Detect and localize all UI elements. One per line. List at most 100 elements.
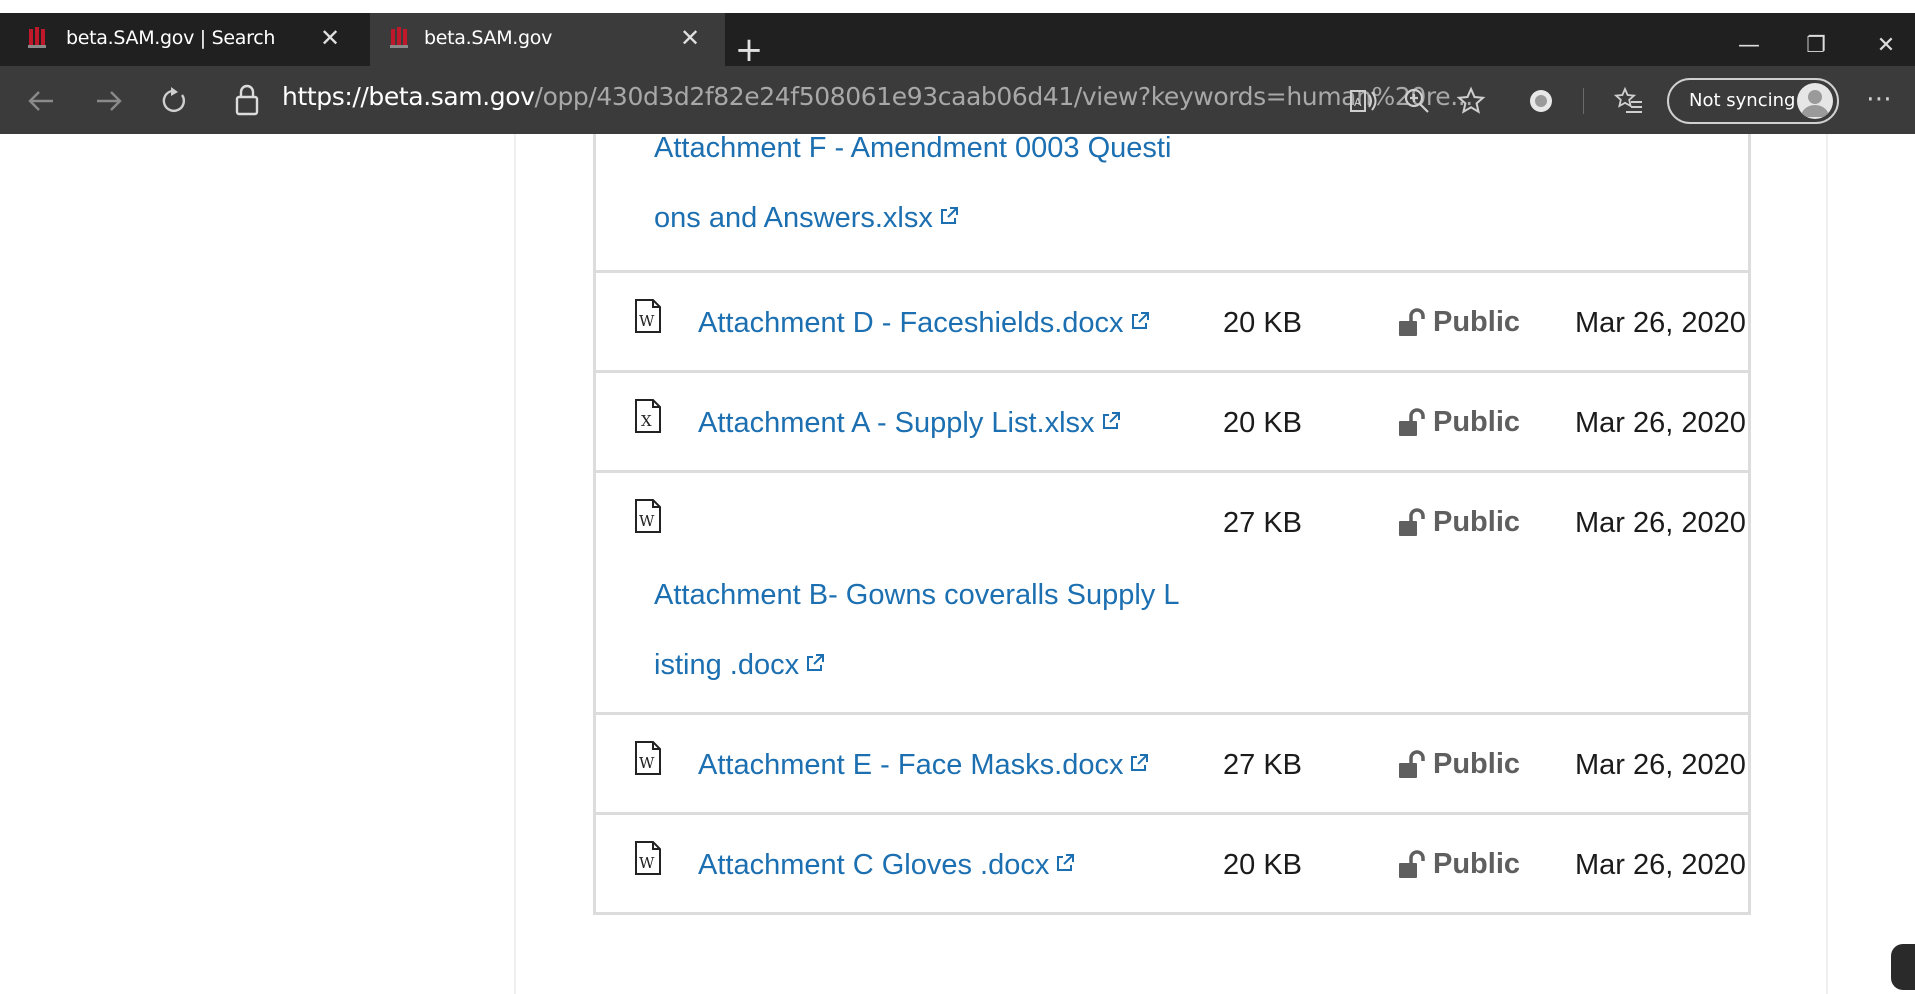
svg-text:W: W (639, 312, 655, 330)
svg-text:W: W (639, 512, 655, 530)
unlocked-icon (1399, 849, 1425, 878)
attachment-link-wrap: Attachment E - Face Masks.docx (698, 749, 1149, 782)
table-row: Attachment F - Amendment 0003 Questi ons… (596, 134, 1748, 273)
card-border (514, 134, 516, 994)
access-level: Public (1397, 506, 1520, 539)
sam-favicon-icon (390, 27, 408, 48)
page-left-gutter (0, 134, 514, 994)
browser-toolbar: https://beta.sam.gov/opp/430d3d2f82e24f5… (0, 66, 1915, 134)
close-window-button[interactable]: ✕ (1862, 29, 1910, 63)
restore-button[interactable]: ❐ (1792, 29, 1840, 63)
file-size: 27 KB (1223, 507, 1302, 539)
file-date: Mar 26, 2020 (1575, 749, 1746, 781)
file-size: 20 KB (1223, 407, 1302, 439)
svg-text:W: W (639, 754, 655, 772)
file-date: Mar 26, 2020 (1575, 849, 1746, 881)
minimize-button[interactable]: — (1725, 29, 1773, 63)
table-row: W Attachment E - Face Masks.docx 27 KB P… (596, 715, 1748, 815)
access-label: Public (1433, 306, 1521, 338)
attachment-link-line1[interactable]: Attachment F - Amendment 0003 Questi (654, 134, 1171, 165)
external-link-icon (807, 654, 825, 671)
attachment-link-line2[interactable]: ons and Answers.xlsx (654, 202, 933, 234)
refresh-icon[interactable] (157, 84, 191, 118)
access-level: Public (1397, 306, 1520, 339)
favorites-list-icon[interactable] (1612, 84, 1646, 118)
excel-file-icon: X (635, 399, 661, 433)
external-link-icon (1131, 754, 1149, 771)
sam-favicon-icon (28, 27, 46, 48)
svg-text:W: W (639, 854, 655, 872)
tab-title: beta.SAM.gov (424, 27, 553, 49)
access-label: Public (1433, 848, 1521, 880)
toolbar-separator (1583, 88, 1584, 114)
external-link-icon (1102, 412, 1120, 429)
more-options-icon[interactable]: ⋯ (1862, 84, 1896, 118)
url-path: /opp/430d3d2f82e24f508061e93caab06d41/vi… (534, 82, 1474, 111)
table-row: W Attachment C Gloves .docx 20 KB Public… (596, 815, 1748, 915)
card-border (1826, 134, 1828, 994)
table-row: W 27 KB Public Mar 26, 2020 Attachment B… (596, 473, 1748, 715)
access-level: Public (1397, 406, 1520, 439)
file-date: Mar 26, 2020 (1575, 407, 1746, 439)
access-label: Public (1433, 506, 1521, 538)
tab-sam[interactable]: beta.SAM.gov ✕ (370, 13, 725, 66)
word-file-icon: W (635, 841, 661, 875)
access-label: Public (1433, 406, 1521, 438)
tab-search[interactable]: beta.SAM.gov | Search ✕ (0, 13, 365, 66)
word-file-icon: W (635, 499, 661, 533)
attachment-link-line2[interactable]: isting .docx (654, 649, 799, 681)
favorite-star-icon[interactable] (1454, 84, 1488, 118)
external-link-icon (1131, 312, 1149, 329)
unlocked-icon (1399, 407, 1425, 436)
lock-icon[interactable] (232, 83, 262, 117)
external-link-icon (940, 207, 958, 224)
close-tab-icon[interactable]: ✕ (677, 25, 703, 51)
word-file-icon: W (635, 299, 661, 333)
attachment-link-wrap: Attachment D - Faceshields.docx (698, 307, 1150, 340)
zoom-icon[interactable] (1400, 84, 1434, 118)
file-date: Mar 26, 2020 (1575, 507, 1746, 539)
table-row: W Attachment D - Faceshields.docx 20 KB … (596, 273, 1748, 373)
file-size: 27 KB (1223, 749, 1302, 781)
attachment-link[interactable]: Attachment E - Face Masks.docx (698, 749, 1123, 781)
attachment-link[interactable]: Attachment D - Faceshields.docx (698, 307, 1124, 339)
unlocked-icon (1399, 749, 1425, 778)
attachment-link[interactable]: Attachment A - Supply List.xlsx (698, 407, 1095, 439)
scrollbar-thumb[interactable] (1891, 944, 1915, 990)
attachment-link[interactable]: Attachment C Gloves .docx (698, 849, 1049, 881)
address-bar[interactable]: https://beta.sam.gov/opp/430d3d2f82e24f5… (282, 82, 1473, 111)
tab-title: beta.SAM.gov | Search (66, 27, 276, 49)
access-label: Public (1433, 748, 1521, 780)
read-aloud-icon[interactable]: A (1346, 84, 1380, 118)
tab-bar: beta.SAM.gov | Search ✕ beta.SAM.gov ✕ +… (0, 13, 1915, 67)
attachments-table: Attachment F - Amendment 0003 Questi ons… (593, 134, 1751, 915)
avatar (1797, 83, 1833, 119)
sync-label: Not syncing (1689, 90, 1796, 111)
svg-text:A: A (1354, 96, 1362, 109)
sync-profile-button[interactable]: Not syncing (1667, 78, 1839, 124)
screen-top-strip (0, 0, 1915, 13)
extension-icon[interactable] (1524, 84, 1558, 118)
unlocked-icon (1399, 307, 1425, 336)
access-level: Public (1397, 748, 1520, 781)
attachment-link-wrap: isting .docx (654, 649, 825, 682)
forward-arrow-icon[interactable] (92, 84, 126, 118)
page-viewport: Attachment F - Amendment 0003 Questi ons… (0, 134, 1915, 994)
access-level: Public (1397, 848, 1520, 881)
svg-text:X: X (641, 412, 652, 430)
url-host: beta.sam.gov (368, 82, 535, 111)
new-tab-button[interactable]: + (733, 33, 765, 67)
unlocked-icon (1399, 507, 1425, 536)
word-file-icon: W (635, 741, 661, 775)
close-tab-icon[interactable]: ✕ (317, 25, 343, 51)
url-scheme: https:// (282, 82, 369, 111)
attachment-link-wrap: Attachment A - Supply List.xlsx (698, 407, 1121, 440)
attachment-link-wrap: Attachment C Gloves .docx (698, 849, 1075, 882)
attachment-link-wrap: ons and Answers.xlsx (654, 202, 959, 235)
attachment-link-line1[interactable]: Attachment B- Gowns coveralls Supply L (654, 579, 1179, 612)
file-size: 20 KB (1223, 307, 1302, 339)
external-link-icon (1057, 854, 1075, 871)
file-size: 20 KB (1223, 849, 1302, 881)
back-arrow-icon[interactable] (24, 84, 58, 118)
table-row: X Attachment A - Supply List.xlsx 20 KB … (596, 373, 1748, 473)
